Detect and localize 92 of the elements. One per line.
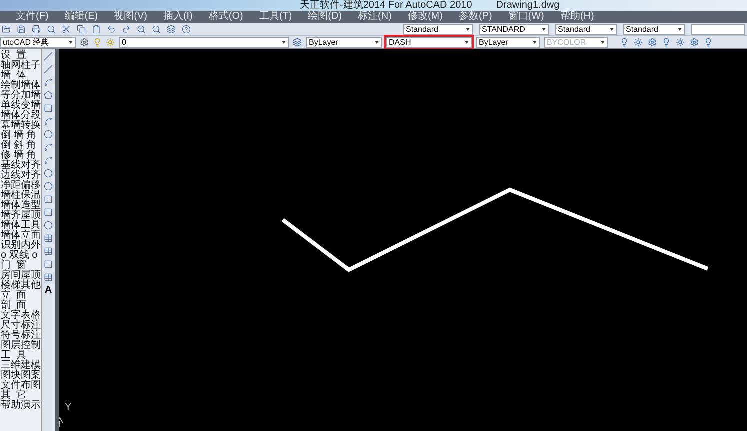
sidebar-item[interactable]: 边线对齐 — [0, 171, 41, 181]
paste-icon[interactable] — [92, 24, 101, 34]
sidebar-item[interactable]: 墙体立面 — [0, 231, 41, 241]
text-style-dropdown[interactable]: Standard — [403, 24, 473, 34]
polygon-icon[interactable] — [44, 91, 53, 100]
sidebar-item[interactable]: 墙体分段 — [0, 111, 41, 121]
table-icon[interactable] — [44, 273, 53, 282]
caret-icon — [601, 40, 605, 44]
sidebar-item[interactable]: 墙柱保温 — [0, 191, 41, 201]
caret-icon — [610, 28, 614, 30]
text-icon[interactable]: A — [44, 286, 52, 296]
color-dropdown[interactable]: ByLayer — [306, 36, 382, 48]
caret-icon — [466, 28, 470, 30]
save-icon[interactable] — [17, 24, 26, 34]
sidebar-item[interactable]: 绘制墙体 — [0, 81, 41, 91]
zoom-in-icon[interactable] — [137, 24, 146, 34]
sidebar-item[interactable]: 文字表格 — [0, 311, 41, 321]
menu-item[interactable]: 参数(P) — [458, 11, 492, 23]
menu-item[interactable]: 工具(T) — [259, 11, 292, 23]
caret-icon — [375, 40, 379, 44]
sidebar-item[interactable]: 三维建模 — [0, 361, 41, 371]
line-icon[interactable] — [44, 52, 53, 61]
menu-item[interactable]: 格式(O) — [208, 11, 244, 23]
sidebar-item[interactable]: 设 置 — [0, 51, 41, 61]
sidebar-item[interactable]: 图块图案 — [0, 371, 41, 381]
document-title: Drawing1.dwg — [496, 0, 560, 11]
caret-icon — [282, 40, 286, 44]
workspace-dropdown[interactable]: utoCAD 经典 — [0, 36, 76, 48]
sidebar-item[interactable]: 图层控制 — [0, 341, 41, 351]
help-icon[interactable] — [182, 24, 191, 34]
sidebar-item[interactable]: 基线对齐 — [0, 161, 41, 171]
caret-icon — [69, 40, 73, 44]
menu-item[interactable]: 修改(M) — [408, 11, 443, 23]
sidebar-item[interactable]: 倒 斜 角 — [0, 141, 41, 151]
sidebar-item[interactable]: 等分加墙 — [0, 91, 41, 101]
sidebar-item[interactable]: 倒 墙 角 — [0, 131, 41, 141]
sidebar-item[interactable]: 房间屋顶 — [0, 271, 41, 281]
redo-icon[interactable] — [122, 24, 131, 34]
menu-item[interactable]: 标注(N) — [358, 11, 392, 23]
undo-icon[interactable] — [107, 24, 116, 34]
menu-item[interactable]: 编辑(E) — [64, 11, 98, 23]
caret-icon — [542, 28, 546, 30]
sidebar-item[interactable]: 单线变墙 — [0, 101, 41, 111]
copy-icon[interactable] — [77, 24, 86, 34]
sidebar-item[interactable]: 门 窗 — [0, 261, 41, 271]
zoom-out-icon[interactable] — [152, 24, 161, 34]
sidebar-item[interactable]: 尺寸标注 — [0, 321, 41, 331]
construction-line-icon[interactable] — [44, 65, 53, 74]
menu-item[interactable]: 文件(F) — [16, 11, 49, 23]
lineweight-dropdown[interactable]: ByLayer — [476, 36, 540, 48]
sidebar-item[interactable]: 墙 体 — [0, 71, 41, 81]
dim-style-dropdown[interactable]: STANDARD — [479, 24, 549, 34]
sidebar-item[interactable]: 墙体造型 — [0, 201, 41, 211]
input-field[interactable] — [691, 24, 745, 34]
sidebar-item[interactable]: 净距偏移 — [0, 181, 41, 191]
menu-item[interactable]: 插入(I) — [163, 11, 193, 23]
sidebar-item[interactable]: 幕墙转换 — [0, 121, 41, 131]
sidebar-item[interactable]: 帮助演示 — [0, 401, 41, 411]
window-title: 天正软件-建筑2014 For AutoCAD 2010 — [300, 0, 472, 11]
open-icon[interactable] — [2, 24, 11, 34]
caret-icon — [678, 28, 682, 30]
menu-item[interactable]: 视图(V) — [114, 11, 148, 23]
ucs-label: Y — [65, 403, 72, 413]
sidebar-item[interactable]: 立 面 — [0, 291, 41, 301]
sidebar-item[interactable]: 楼梯其他 — [0, 281, 41, 291]
sidebar-item[interactable]: 符号标注 — [0, 331, 41, 341]
preview-icon[interactable] — [47, 24, 56, 34]
circle-icon[interactable] — [44, 130, 53, 139]
menu-item[interactable]: 绘图(D) — [308, 11, 342, 23]
cut-icon[interactable] — [62, 24, 71, 34]
sidebar-item[interactable]: 识别内外 — [0, 241, 41, 251]
menu-item[interactable]: 窗口(W) — [508, 11, 544, 23]
sidebar-item[interactable]: o 双线 o — [0, 251, 41, 261]
layer-dropdown[interactable]: 0 — [119, 36, 289, 48]
table-style-dropdown[interactable]: Standard — [555, 24, 617, 34]
menu-item[interactable]: 帮助(H) — [560, 11, 594, 23]
sidebar-item[interactable]: 工 具 — [0, 351, 41, 361]
print-icon[interactable] — [32, 24, 41, 34]
sidebar-item[interactable]: 轴网柱子 — [0, 61, 41, 71]
rectangle-icon[interactable] — [44, 104, 53, 113]
sidebar-item[interactable]: 墙齐屋顶 — [0, 211, 41, 221]
multileader-style-dropdown[interactable]: Standard — [623, 24, 685, 34]
sidebar-item[interactable]: 文件布图 — [0, 381, 41, 391]
sidebar-item[interactable]: 其 它 — [0, 391, 41, 401]
caret-icon — [465, 40, 469, 44]
linetype-dropdown[interactable]: DASH — [386, 36, 472, 48]
caret-icon — [533, 40, 537, 44]
polyline-icon[interactable] — [44, 78, 53, 87]
sidebar-item[interactable]: 修 墙 角 — [0, 151, 41, 161]
ucs-icon — [59, 417, 64, 428]
sidebar-item[interactable]: 剖 面 — [0, 301, 41, 311]
sidebar-item[interactable]: 墙体工具 — [0, 221, 41, 231]
